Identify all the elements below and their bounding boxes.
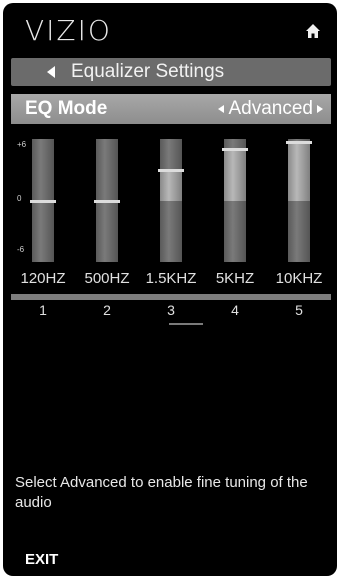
band-number-row: 1 2 3 4 5 (11, 300, 331, 322)
eq-slider-handle[interactable] (286, 141, 312, 144)
eq-mode-selector[interactable]: EQ Mode Advanced (11, 94, 331, 124)
band-number: 2 (103, 302, 111, 318)
band-number: 4 (231, 302, 239, 318)
home-icon[interactable] (305, 23, 321, 39)
chevron-right-icon[interactable] (317, 105, 323, 113)
frequency-label: 120HZ (20, 270, 66, 287)
eq-slider-handle[interactable] (158, 169, 184, 172)
scale-bottom-label: -6 (17, 245, 25, 254)
eq-slider-band-1[interactable] (30, 139, 56, 262)
eq-slider-band-4[interactable] (222, 139, 248, 262)
equalizer-area: +6 0 -6 (11, 124, 331, 264)
scale-mid-label: 0 (17, 194, 22, 203)
vizio-logo: VIZIO (25, 14, 112, 47)
eq-slider-handle[interactable] (222, 148, 248, 151)
eq-slider-handle[interactable] (30, 200, 56, 203)
exit-button[interactable]: EXIT (25, 551, 58, 568)
help-text: Select Advanced to enable fine tuning of… (15, 474, 308, 511)
scale-top-label: +6 (17, 140, 27, 149)
eq-slider-band-5[interactable] (286, 139, 312, 262)
frequency-label: 10KHZ (275, 270, 323, 287)
selected-band-indicator (169, 323, 203, 325)
eq-mode-label: EQ Mode (25, 98, 108, 119)
eq-band-fill (160, 170, 182, 201)
settings-panel: VIZIO Equalizer Settings EQ Mode Advance… (3, 3, 337, 576)
eq-slider-handle[interactable] (94, 200, 120, 203)
page-title: Equalizer Settings (71, 61, 225, 82)
eq-slider-band-3[interactable] (158, 139, 184, 262)
header-bar[interactable]: Equalizer Settings (11, 58, 331, 86)
band-number: 1 (39, 302, 47, 318)
band-number: 3 (167, 302, 175, 318)
frequency-label: 1.5KHZ (145, 270, 197, 287)
eq-mode-value: Advanced (228, 98, 313, 119)
frequency-label: 500HZ (84, 270, 130, 287)
left-arrow-icon[interactable] (47, 66, 55, 78)
frequency-label: 5KHZ (215, 270, 255, 287)
chevron-left-icon[interactable] (218, 105, 225, 113)
eq-band-fill (224, 149, 246, 201)
eq-band-fill (288, 142, 310, 201)
eq-slider-band-2[interactable] (94, 139, 120, 262)
band-number: 5 (295, 302, 303, 318)
eq-mode-value-group[interactable]: Advanced (218, 98, 323, 120)
frequency-labels-row: 120HZ 500HZ 1.5KHZ 5KHZ 10KHZ (11, 265, 331, 293)
